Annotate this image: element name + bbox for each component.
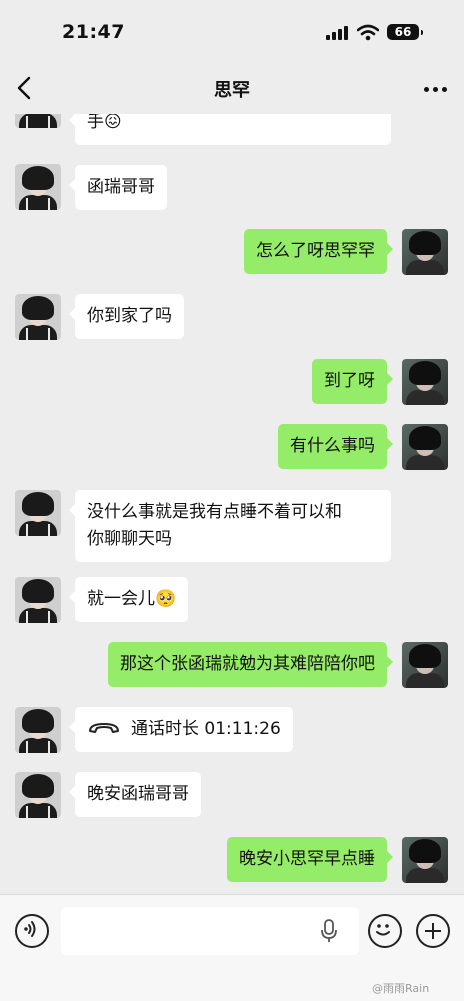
message-text: 就一会儿🥺 — [87, 589, 177, 609]
contact-avatar[interactable] — [15, 490, 61, 536]
message-text-line: 你聊聊天吗 — [87, 529, 172, 549]
message-text: 到了呀 — [324, 371, 375, 391]
message-bubble[interactable]: 手😖 — [69, 114, 391, 145]
battery-icon: 66 — [387, 24, 419, 40]
message-text-line: 没什么事就是我有点睡不着可以和 — [87, 502, 342, 522]
signal-icon — [326, 26, 348, 40]
chat-header: 思罕 — [0, 62, 464, 114]
battery-level: 66 — [394, 25, 412, 39]
wifi-icon — [357, 24, 379, 41]
phone-hangup-icon — [89, 723, 119, 733]
chat-title: 思罕 — [214, 80, 250, 101]
contact-avatar[interactable] — [15, 114, 61, 128]
my-avatar[interactable] — [402, 359, 448, 405]
voice-mode-icon[interactable] — [15, 914, 49, 948]
message-text: 函瑞哥哥 — [87, 177, 155, 197]
message-text: 晚安小思罕早点睡 — [239, 849, 375, 869]
message-bubble[interactable]: 那这个张函瑞就勉为其难陪陪你吧 — [108, 642, 393, 687]
message-bubble[interactable]: 就一会儿🥺 — [68, 577, 189, 622]
my-avatar[interactable] — [402, 229, 448, 275]
message-text: 那这个张函瑞就勉为其难陪陪你吧 — [120, 654, 375, 674]
contact-avatar[interactable] — [15, 707, 61, 753]
message-bubble[interactable]: 怎么了呀思罕罕 — [244, 229, 393, 274]
message-bubble[interactable]: 没什么事就是我有点睡不着可以和 你聊聊天吗 — [69, 490, 391, 562]
message-bubble[interactable]: 晚安函瑞哥哥 — [69, 772, 201, 817]
my-avatar[interactable] — [402, 642, 448, 688]
message-bubble[interactable]: 有什么事吗 — [278, 424, 393, 469]
message-bubble[interactable]: 到了呀 — [312, 359, 393, 404]
my-avatar[interactable] — [402, 837, 448, 883]
message-list[interactable]: 手😖 函瑞哥哥 怎么了呀思罕罕 你到家了吗 到了呀 有什么事吗 没什么事就是我有… — [0, 114, 464, 894]
status-bar: 21:47 66 — [0, 0, 464, 62]
more-options-icon[interactable] — [418, 80, 452, 96]
my-avatar[interactable] — [402, 424, 448, 470]
message-text: 你到家了吗 — [87, 306, 172, 326]
message-text: 晚安函瑞哥哥 — [87, 784, 189, 804]
message-text: 手😖 — [87, 114, 122, 132]
plus-icon[interactable] — [416, 914, 450, 948]
voice-call-record[interactable]: 通话时长 01:11:26 — [69, 707, 293, 752]
watermark: @雨雨Rain — [372, 982, 430, 995]
message-input[interactable] — [61, 907, 359, 955]
message-text: 怎么了呀思罕罕 — [256, 241, 375, 261]
call-duration: 通话时长 01:11:26 — [131, 719, 281, 739]
message-bubble[interactable]: 晚安小思罕早点睡 — [227, 837, 393, 882]
contact-avatar[interactable] — [15, 577, 61, 623]
microphone-icon[interactable] — [320, 919, 338, 943]
contact-avatar[interactable] — [15, 164, 61, 210]
emoji-icon[interactable] — [368, 914, 402, 948]
contact-avatar[interactable] — [15, 294, 61, 340]
message-text: 有什么事吗 — [290, 436, 375, 456]
status-time: 21:47 — [62, 21, 125, 43]
battery-tip — [421, 30, 423, 35]
contact-avatar[interactable] — [15, 772, 61, 818]
message-bubble[interactable]: 你到家了吗 — [69, 294, 184, 339]
message-bubble[interactable]: 函瑞哥哥 — [69, 165, 167, 210]
